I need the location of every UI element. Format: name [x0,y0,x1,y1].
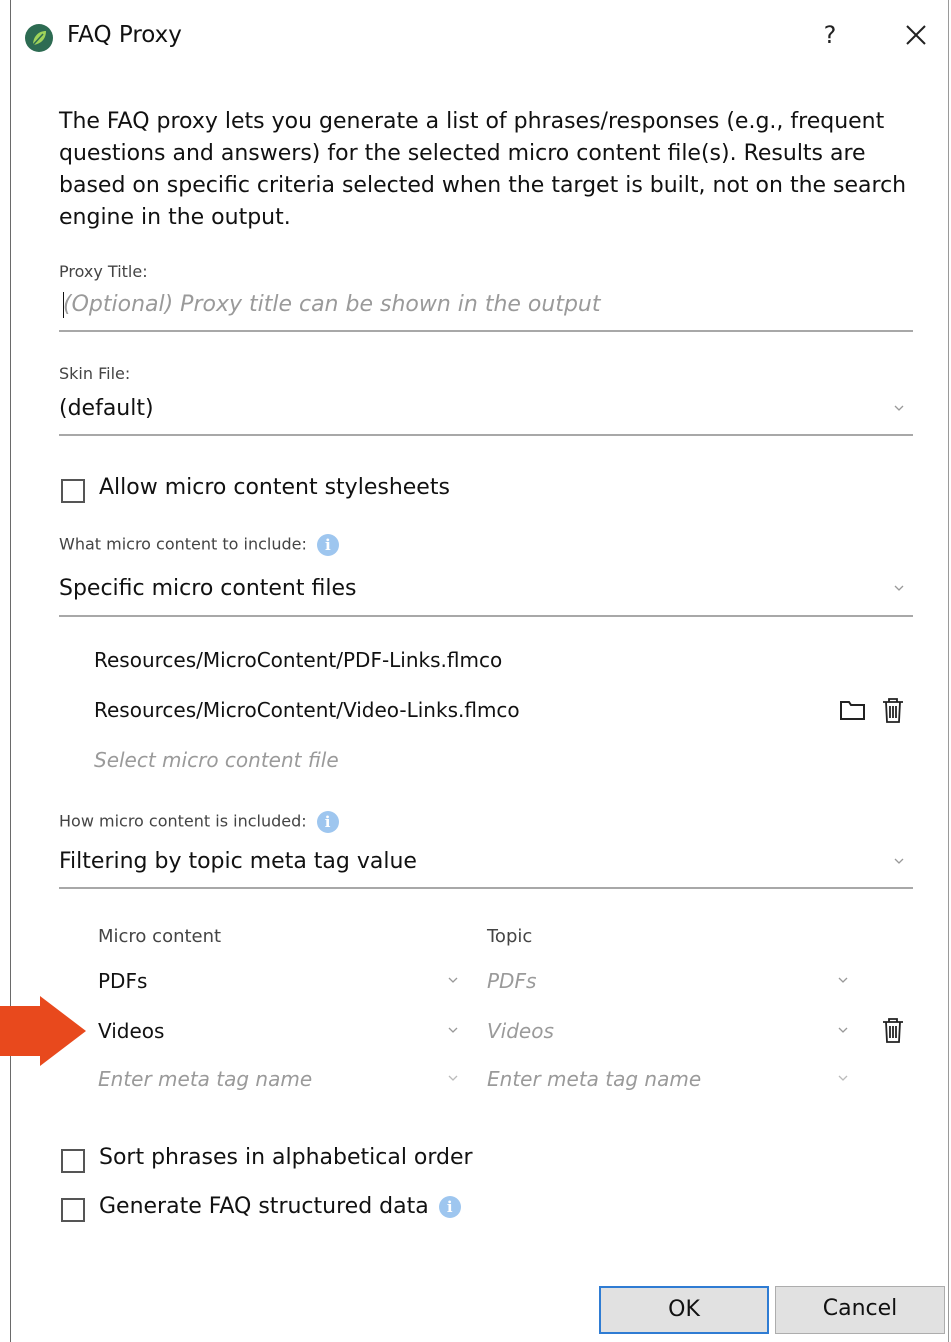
info-icon[interactable]: i [316,811,339,833]
faq-structured-label: Generate FAQ structured data i [99,1194,461,1219]
proxy-title-input[interactable]: (Optional) Proxy title can be shown in t… [59,290,913,332]
sort-alpha-label: Sort phrases in alphabetical order [99,1145,473,1170]
chevron-down-icon[interactable] [447,1024,459,1036]
micro-content-column-header: Micro content [98,926,222,947]
file-list-item[interactable]: Resources/MicroContent/PDF-Links.flmco [94,648,502,672]
info-icon[interactable]: i [438,1196,461,1218]
help-button[interactable]: ? [817,18,843,52]
window-title: FAQ Proxy [67,22,182,48]
chevron-down-icon[interactable] [447,974,459,986]
trash-icon[interactable] [880,696,906,724]
skin-file-value: (default) [59,396,154,421]
chevron-down-icon[interactable] [837,974,849,986]
cancel-button[interactable]: Cancel [775,1286,945,1334]
folder-icon[interactable] [839,698,867,722]
title-bar: FAQ Proxy ? [11,0,948,72]
close-button[interactable] [901,20,931,50]
how-content-label: How micro content is included: i [59,811,339,833]
faq-structured-checkbox[interactable] [61,1198,85,1222]
chevron-down-icon[interactable] [837,1072,849,1084]
faq-proxy-dialog: FAQ Proxy ? The FAQ proxy lets you gener… [10,0,949,1342]
file-list-item[interactable]: Resources/MicroContent/Video-Links.flmco [94,698,520,722]
what-content-value: Specific micro content files [59,576,357,601]
info-icon[interactable]: i [316,534,339,556]
what-content-select[interactable]: Specific micro content files [59,572,913,617]
skin-file-label: Skin File: [59,364,131,383]
how-content-select[interactable]: Filtering by topic meta tag value [59,845,913,889]
micro-content-select[interactable]: Videos [98,1019,164,1043]
allow-stylesheets-checkbox[interactable] [61,479,85,503]
ok-button[interactable]: OK [599,1286,769,1334]
callout-arrow-icon [0,996,86,1066]
micro-content-meta-input[interactable]: Enter meta tag name [98,1067,312,1091]
dialog-description: The FAQ proxy lets you generate a list o… [59,109,907,230]
how-content-value: Filtering by topic meta tag value [59,849,417,874]
skin-file-select[interactable]: (default) [59,392,913,436]
proxy-title-label: Proxy Title: [59,262,148,281]
chevron-down-icon [894,405,904,411]
topic-select[interactable]: Videos [487,1019,554,1043]
allow-stylesheets-label: Allow micro content stylesheets [99,475,450,500]
chevron-down-icon [894,585,904,591]
chevron-down-icon[interactable] [837,1024,849,1036]
close-icon [906,25,926,45]
topic-select[interactable]: PDFs [487,969,536,993]
select-file-placeholder[interactable]: Select micro content file [94,748,339,772]
sort-alpha-checkbox[interactable] [61,1149,85,1173]
micro-content-select[interactable]: PDFs [98,969,147,993]
how-content-label-text: How micro content is included: [59,811,307,831]
what-content-label: What micro content to include: i [59,534,339,556]
proxy-title-placeholder: (Optional) Proxy title can be shown in t… [63,292,601,317]
app-logo-icon [25,24,53,52]
topic-meta-input[interactable]: Enter meta tag name [487,1067,701,1091]
trash-icon[interactable] [880,1016,906,1044]
topic-column-header: Topic [487,926,533,947]
what-content-label-text: What micro content to include: [59,534,307,554]
chevron-down-icon[interactable] [447,1072,459,1084]
faq-structured-label-text: Generate FAQ structured data [99,1194,429,1219]
chevron-down-icon [894,858,904,864]
